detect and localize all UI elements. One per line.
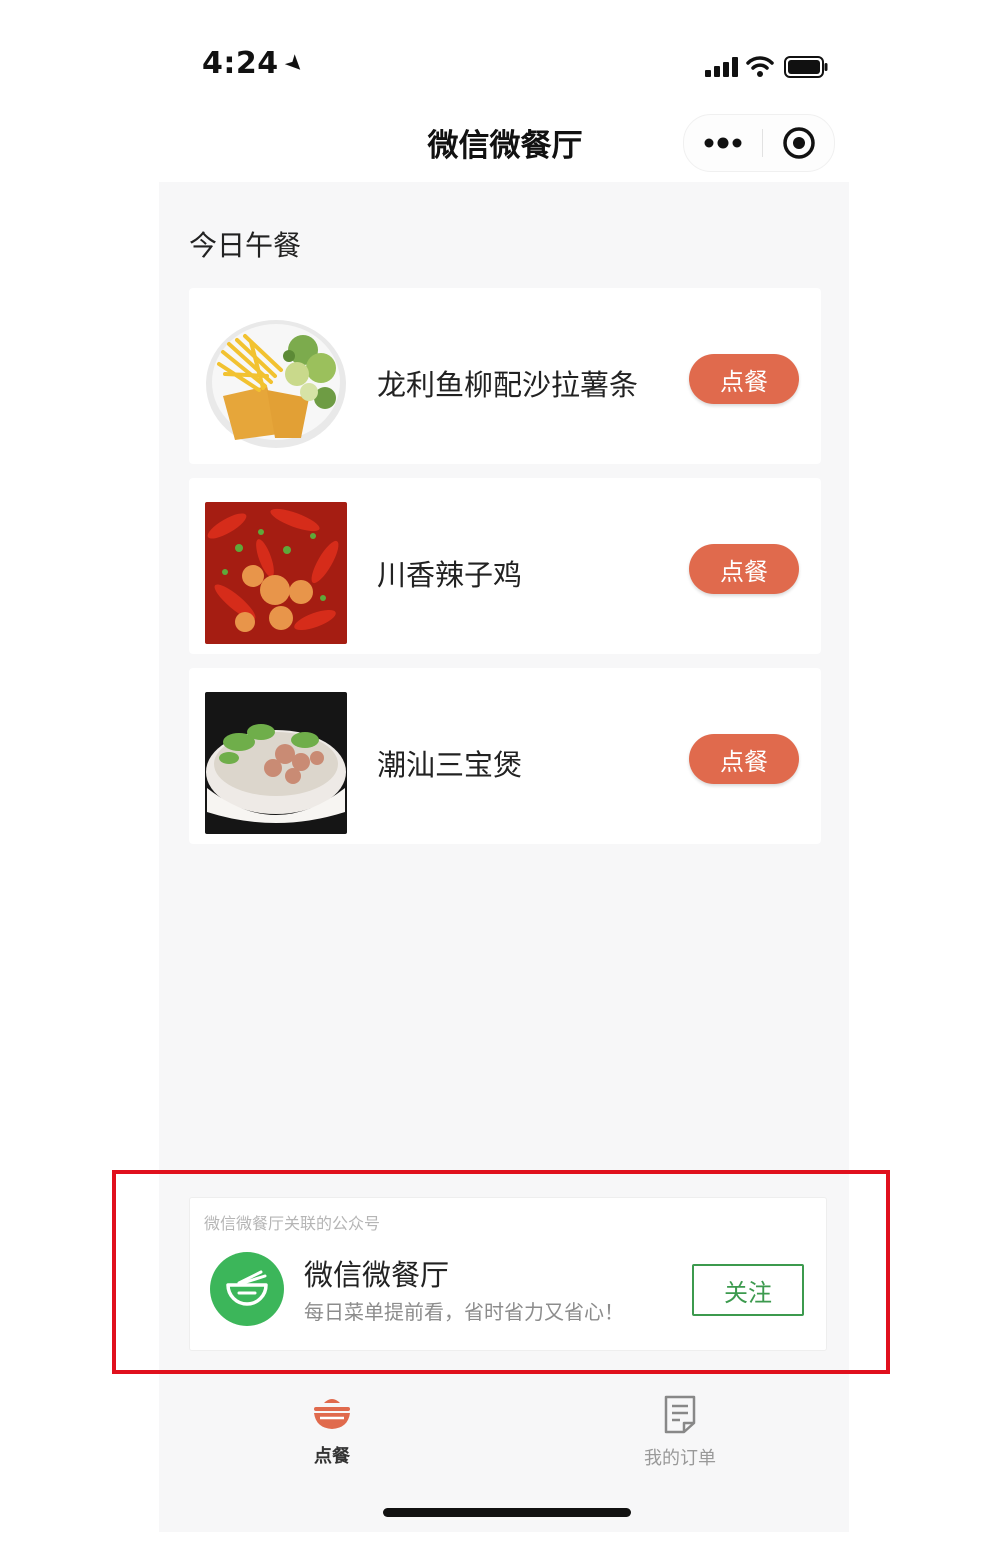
battery-icon (784, 56, 828, 78)
section-title: 今日午餐 (189, 229, 302, 262)
bowl-icon (314, 1399, 350, 1429)
target-close-icon (782, 127, 815, 159)
fish-fries-salad-photo (205, 312, 347, 454)
tab-label: 点餐 (314, 1446, 350, 1467)
document-icon (664, 1395, 696, 1434)
close-button[interactable] (763, 115, 834, 171)
status-time: 4:24➤ (202, 46, 310, 81)
tab-order[interactable]: 点餐 (252, 1394, 412, 1468)
order-button[interactable]: 点餐 (689, 544, 799, 594)
more-dots-icon (704, 137, 742, 149)
dish-name: 龙利鱼柳配沙拉薯条 (377, 368, 639, 402)
wifi-icon (746, 56, 774, 77)
dish-name: 潮汕三宝煲 (377, 748, 523, 782)
tab-my-orders[interactable]: 我的订单 (600, 1394, 760, 1470)
order-button[interactable]: 点餐 (689, 734, 799, 784)
page-title: 微信微餐厅 (427, 128, 583, 164)
dish-name: 川香辣子鸡 (377, 558, 523, 592)
order-button[interactable]: 点餐 (689, 354, 799, 404)
location-arrow-icon: ➤ (278, 48, 310, 81)
more-button[interactable] (684, 115, 762, 171)
mini-program-capsule (683, 114, 835, 172)
dish-card: 潮汕三宝煲 点餐 (189, 668, 821, 844)
highlight-frame (112, 1170, 890, 1374)
cellular-signal-icon (705, 57, 738, 77)
chaoshan-pot-photo (205, 692, 347, 834)
tab-label: 我的订单 (644, 1448, 716, 1469)
dish-card: 川香辣子鸡 点餐 (189, 478, 821, 654)
home-indicator[interactable] (383, 1508, 631, 1517)
spicy-chicken-photo (205, 502, 347, 644)
dish-card: 龙利鱼柳配沙拉薯条 点餐 (189, 288, 821, 464)
